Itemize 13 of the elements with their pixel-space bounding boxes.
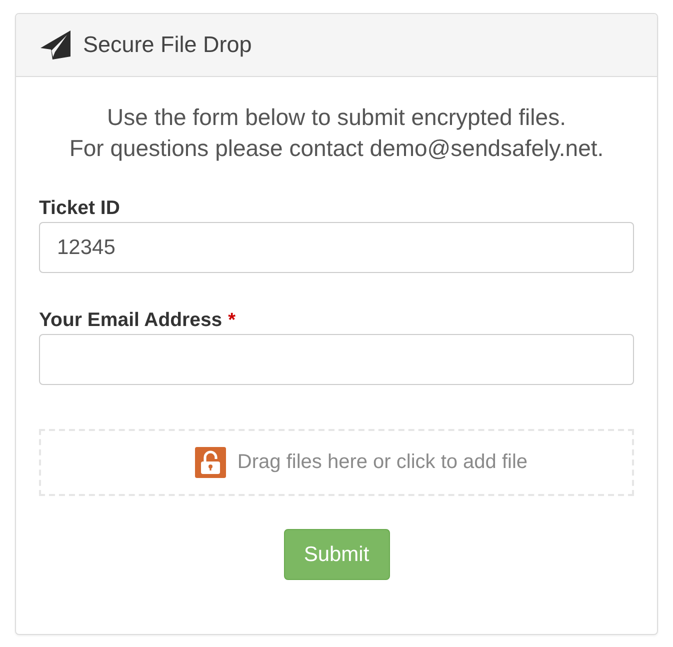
paper-plane-icon xyxy=(40,30,71,60)
submit-button[interactable]: Submit xyxy=(284,529,390,580)
required-mark: * xyxy=(228,309,236,333)
field-label: Your Email Address xyxy=(39,308,222,332)
email-field[interactable] xyxy=(39,334,634,385)
padlock-icon xyxy=(195,447,226,478)
field-label: Ticket ID xyxy=(39,196,120,220)
drop-zone-text: Drag files here or click to add file xyxy=(237,451,528,474)
ticket-id-field[interactable]: 12345 xyxy=(39,222,634,273)
file-drop-zone[interactable]: Drag files here or click to add file xyxy=(39,429,634,496)
intro-text: For questions please contact demo@sendsafely.net. xyxy=(68,134,605,163)
panel-title: Secure File Drop xyxy=(83,32,252,58)
intro-text: Use the form below to submit encrypted files. xyxy=(106,103,567,132)
